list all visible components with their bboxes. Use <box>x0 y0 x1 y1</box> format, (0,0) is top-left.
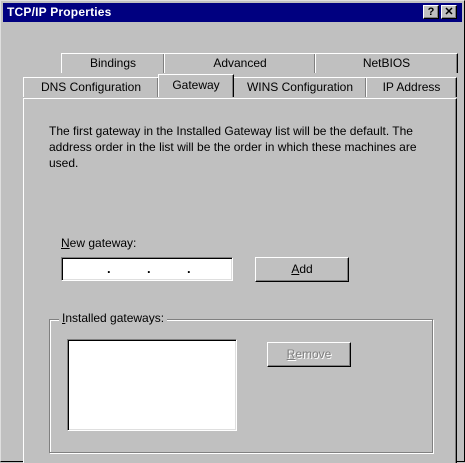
title-bar[interactable]: TCP/IP Properties ? ✕ <box>3 3 462 22</box>
ip-separator-3: . <box>187 261 191 276</box>
add-button[interactable]: Add <box>255 257 349 282</box>
tcpip-properties-window: TCP/IP Properties ? ✕ Bindings Advanced … <box>0 0 465 463</box>
ip-separator-1: . <box>107 261 111 276</box>
new-gateway-label: New gateway: <box>61 236 136 250</box>
installed-gateways-list[interactable] <box>67 339 237 431</box>
gateway-description: The first gateway in the Installed Gatew… <box>49 124 417 170</box>
close-button[interactable]: ✕ <box>441 5 457 19</box>
installed-gateways-label: Installed gateways: <box>59 311 168 325</box>
tab-wins-configuration[interactable]: WINS Configuration <box>233 77 367 97</box>
help-button[interactable]: ? <box>423 5 439 19</box>
tab-bindings[interactable]: Bindings <box>61 53 165 73</box>
ip-separator-2: . <box>147 261 151 276</box>
tab-dns-configuration[interactable]: DNS Configuration <box>23 77 159 97</box>
tab-ip-address[interactable]: IP Address <box>366 77 457 97</box>
window-title: TCP/IP Properties <box>7 5 112 19</box>
installed-gateways-label-rest: nstalled gateways: <box>65 311 165 325</box>
tab-advanced[interactable]: Advanced <box>164 53 316 73</box>
new-gateway-ip-input[interactable]: . . . <box>61 257 233 281</box>
add-button-rest: dd <box>299 262 313 276</box>
remove-button: Remove <box>267 342 351 367</box>
tab-netbios[interactable]: NetBIOS <box>315 53 458 73</box>
new-gateway-label-mnemonic: N <box>61 236 70 250</box>
remove-button-rest: emove <box>295 347 332 361</box>
new-gateway-label-rest: ew gateway: <box>69 236 137 250</box>
remove-button-mnemonic: R <box>286 347 296 361</box>
tab-gateway[interactable]: Gateway <box>158 74 234 97</box>
